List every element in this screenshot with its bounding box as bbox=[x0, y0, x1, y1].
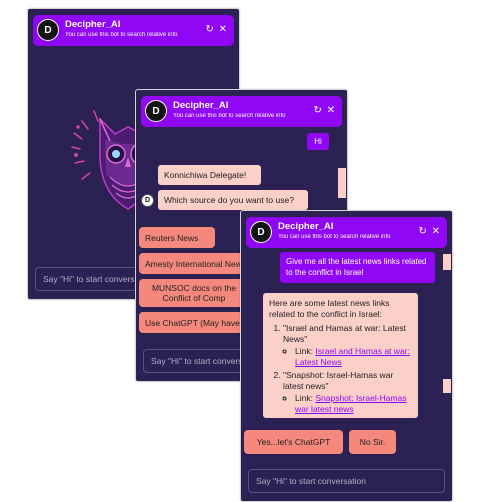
bot-subtitle: You can use this bot to search relative … bbox=[278, 234, 391, 240]
restart-icon[interactable]: ↻ bbox=[205, 24, 214, 35]
bot-message: Konnichiwa Delegate! bbox=[158, 165, 261, 185]
news-list: "Israel and Hamas at war: Latest News" L… bbox=[269, 323, 412, 415]
bot-message: Which source do you want to use? bbox=[158, 190, 308, 210]
chat-header: D Decipher_AI You can use this bot to se… bbox=[33, 15, 234, 46]
header-controls: ↻ ✕ bbox=[418, 226, 441, 238]
scrollbar[interactable] bbox=[338, 168, 346, 198]
bot-title: Decipher_AI bbox=[173, 100, 229, 111]
no-sir-button[interactable]: No Sir. bbox=[349, 430, 396, 454]
news-item: "Israel and Hamas at war: Latest News" L… bbox=[283, 323, 412, 368]
option-button[interactable]: Amesty International News bbox=[139, 253, 249, 274]
news-link[interactable]: Israel and Hamas at war: Latest News bbox=[295, 346, 410, 367]
header-controls: ↻ ✕ bbox=[313, 105, 336, 117]
user-message: Hi bbox=[307, 133, 329, 150]
bot-title: Decipher_AI bbox=[65, 19, 121, 30]
option-button[interactable]: Use ChatGPT (May have limited knowledge) bbox=[139, 312, 249, 333]
scrollbar[interactable] bbox=[443, 254, 451, 270]
chat-header: D Decipher_AI You can use this bot to se… bbox=[141, 96, 342, 127]
chat-window-3: D Decipher_AI You can use this bot to se… bbox=[240, 210, 453, 502]
restart-icon[interactable]: ↻ bbox=[418, 226, 427, 237]
bot-avatar: D bbox=[145, 100, 167, 122]
bot-title: Decipher_AI bbox=[278, 221, 334, 232]
header-controls: ↻ ✕ bbox=[205, 24, 228, 36]
owl-rays bbox=[71, 110, 99, 180]
bot-avatar: D bbox=[37, 19, 59, 41]
chat-header: D Decipher_AI You can use this bot to se… bbox=[246, 217, 447, 248]
news-title: "Israel and Hamas at war: Latest News" bbox=[283, 323, 407, 344]
bot-intro: Here are some latest news links related … bbox=[269, 298, 390, 319]
message-input[interactable] bbox=[248, 469, 445, 493]
restart-icon[interactable]: ↻ bbox=[313, 105, 322, 116]
close-icon[interactable]: ✕ bbox=[219, 24, 228, 35]
bot-avatar: D bbox=[250, 221, 272, 243]
option-button[interactable]: MUNSOC docs on the Conflict of Comp bbox=[139, 279, 249, 307]
close-icon[interactable]: ✕ bbox=[432, 226, 441, 237]
link-label: Link: bbox=[295, 393, 313, 403]
close-icon[interactable]: ✕ bbox=[327, 105, 336, 116]
user-message: Give me all the latest news links relate… bbox=[280, 252, 435, 283]
yes-chatgpt-button[interactable]: Yes...let's ChatGPT bbox=[244, 430, 343, 454]
news-title: "Snapshot: Israel-Hamas war latest news" bbox=[283, 370, 394, 391]
option-button[interactable]: Reuters News bbox=[139, 227, 215, 248]
bot-mini-avatar: D bbox=[141, 194, 154, 207]
bot-subtitle: You can use this bot to search relative … bbox=[65, 32, 178, 38]
news-item: "Snapshot: Israel-Hamas war latest news"… bbox=[283, 370, 412, 415]
bot-message: Here are some latest news links related … bbox=[263, 293, 418, 418]
scrollbar-thumb[interactable] bbox=[443, 379, 451, 393]
link-label: Link: bbox=[295, 346, 313, 356]
bot-subtitle: You can use this bot to search relative … bbox=[173, 113, 286, 119]
